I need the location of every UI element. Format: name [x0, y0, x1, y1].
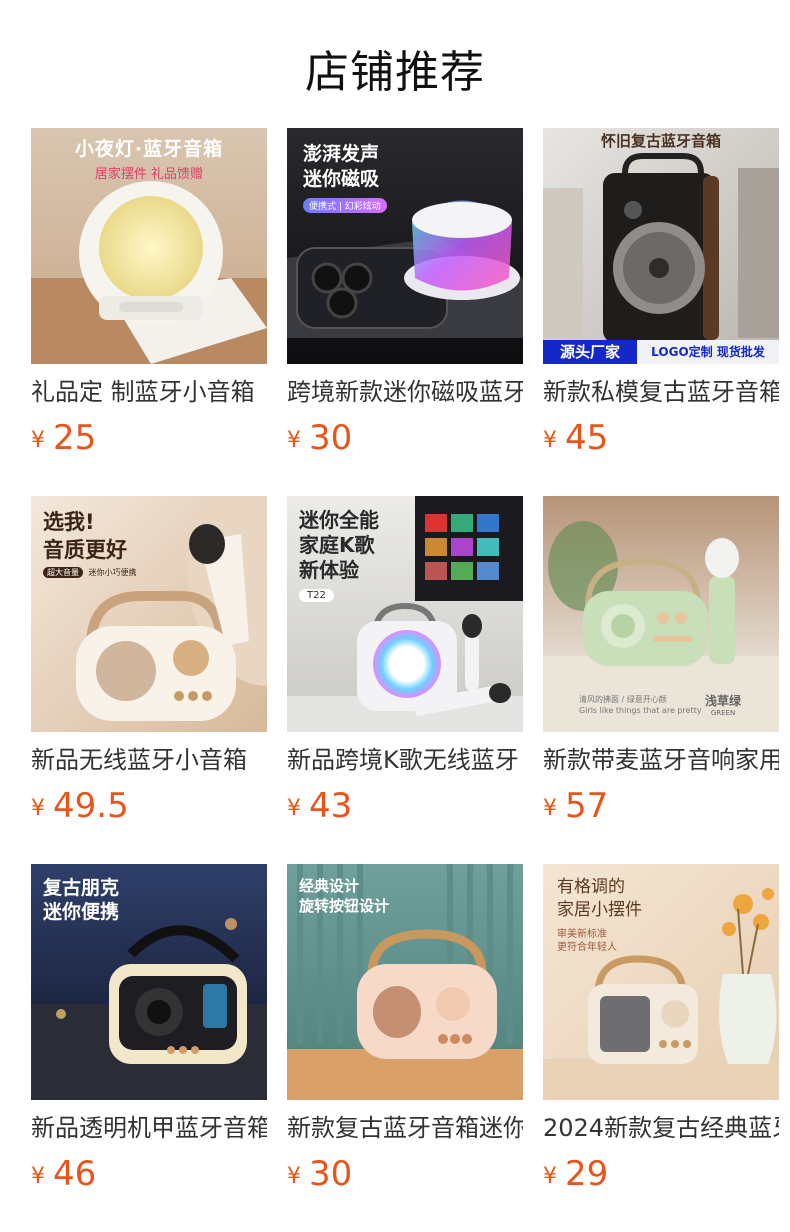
product-price: ¥25: [31, 418, 96, 458]
banner-headline: 迷你全能: [299, 508, 379, 532]
currency-symbol: ¥: [543, 1164, 557, 1189]
page-title: 店铺推荐: [305, 47, 485, 98]
price-value: 25: [53, 418, 97, 458]
product-image[interactable]: 复古朋克 迷你便携: [31, 864, 267, 1100]
banner-headline: 有格调的: [557, 877, 625, 897]
product-name[interactable]: 新品跨境K歌无线蓝牙: [287, 744, 523, 776]
product-image[interactable]: 迷你全能 家庭K歌 新体验 T22: [287, 496, 523, 732]
product-card[interactable]: 迷你全能 家庭K歌 新体验 T22 新品跨境K歌无线蓝牙 ¥43: [287, 496, 523, 826]
banner-headline: 澎湃发声: [303, 143, 380, 165]
product-price: ¥45: [543, 418, 608, 458]
banner-tag: 便携式 | 幻彩炫动: [303, 198, 387, 213]
product-card[interactable]: 有格调的 家居小摆件 审美新标准 更符合年轻人 2024新款复古经典蓝牙 ¥29: [543, 864, 779, 1194]
product-price: ¥30: [287, 418, 352, 458]
currency-symbol: ¥: [287, 428, 301, 453]
price-value: 49.5: [53, 786, 129, 826]
price-value: 57: [565, 786, 609, 826]
product-name[interactable]: 新款带麦蓝牙音响家用: [543, 744, 779, 776]
banner-subline: 家居小摆件: [557, 900, 642, 920]
banner-note: 审美新标准: [557, 929, 607, 940]
product-card[interactable]: 复古朋克 迷你便携 新品透明机甲蓝牙音箱 ¥46: [31, 864, 267, 1194]
banner-bottom-right: LOGO定制 现货批发: [637, 340, 779, 364]
banner-color-name: 浅草绿: [705, 694, 742, 708]
banner-headline: 怀旧复古蓝牙音箱: [600, 132, 721, 150]
product-price: ¥49.5: [31, 786, 129, 826]
product-card[interactable]: 经典设计 旋转按钮设计 新款复古蓝牙音箱迷你 ¥30: [287, 864, 523, 1194]
price-value: 43: [309, 786, 353, 826]
banner-headline: 选我!: [43, 510, 95, 534]
product-card[interactable]: 清风的拂面 / 绿意开心颜 Girls like things that are…: [543, 496, 779, 826]
product-name[interactable]: 新品无线蓝牙小音箱: [31, 744, 267, 776]
banner-subline: 迷你磁吸: [303, 168, 380, 190]
banner-subline: 居家摆件 礼品馈赠: [94, 167, 204, 182]
product-card[interactable]: 小夜灯·蓝牙音箱 居家摆件 礼品馈赠 礼品定 制蓝牙小音箱 ¥25: [31, 128, 267, 458]
banner-headline: 复古朋克: [43, 877, 120, 899]
product-card[interactable]: 怀旧复古蓝牙音箱 源头厂家 LOGO定制 现货批发 新款私模复古蓝牙音箱 ¥45: [543, 128, 779, 458]
banner-note-2: 更符合年轻人: [557, 942, 617, 953]
product-image[interactable]: 经典设计 旋转按钮设计: [287, 864, 523, 1100]
banner-subline-2: 新体验: [299, 558, 359, 582]
banner-color-en: GREEN: [710, 709, 736, 717]
currency-symbol: ¥: [543, 796, 557, 821]
currency-symbol: ¥: [287, 1164, 301, 1189]
product-image[interactable]: 小夜灯·蓝牙音箱 居家摆件 礼品馈赠: [31, 128, 267, 364]
product-name[interactable]: 礼品定 制蓝牙小音箱: [31, 376, 267, 408]
banner-caption: 清风的拂面 / 绿意开心颜: [579, 695, 667, 704]
product-name[interactable]: 新款复古蓝牙音箱迷你: [287, 1112, 523, 1144]
banner-tag: T22: [299, 589, 334, 602]
product-image[interactable]: 澎湃发声 迷你磁吸 便携式 | 幻彩炫动: [287, 128, 523, 364]
product-image[interactable]: 选我! 音质更好 超大音量 迷你小巧便携: [31, 496, 267, 732]
currency-symbol: ¥: [31, 1164, 45, 1189]
product-image[interactable]: 怀旧复古蓝牙音箱 源头厂家 LOGO定制 现货批发: [543, 128, 779, 364]
product-name[interactable]: 2024新款复古经典蓝牙: [543, 1112, 779, 1144]
currency-symbol: ¥: [31, 796, 45, 821]
product-price: ¥46: [31, 1154, 96, 1194]
price-value: 45: [565, 418, 609, 458]
banner-tag-2: 迷你小巧便携: [88, 568, 137, 577]
product-name[interactable]: 新品透明机甲蓝牙音箱: [31, 1112, 267, 1144]
currency-symbol: ¥: [287, 796, 301, 821]
currency-symbol: ¥: [31, 428, 45, 453]
product-card[interactable]: 选我! 音质更好 超大音量 迷你小巧便携 新品无线蓝牙小音箱 ¥49.5: [31, 496, 267, 826]
product-image[interactable]: 清风的拂面 / 绿意开心颜 Girls like things that are…: [543, 496, 779, 732]
banner-bottom-left: 源头厂家: [543, 340, 637, 364]
currency-symbol: ¥: [543, 428, 557, 453]
product-price: ¥29: [543, 1154, 608, 1194]
banner-subline: 迷你便携: [43, 901, 120, 923]
price-value: 30: [309, 1154, 353, 1194]
product-price: ¥57: [543, 786, 608, 826]
price-value: 46: [53, 1154, 97, 1194]
product-name[interactable]: 跨境新款迷你磁吸蓝牙: [287, 376, 523, 408]
price-value: 30: [309, 418, 353, 458]
banner-subline: 音质更好: [43, 538, 127, 562]
banner-caption-en: Girls like things that are pretty: [579, 706, 702, 715]
product-card[interactable]: 澎湃发声 迷你磁吸 便携式 | 幻彩炫动 跨境新款迷你磁吸蓝牙 ¥30: [287, 128, 523, 458]
banner-tag: 超大音量: [43, 567, 83, 578]
banner-subline: 家庭K歌: [299, 533, 375, 557]
price-value: 29: [565, 1154, 609, 1194]
product-price: ¥43: [287, 786, 352, 826]
banner-headline: 经典设计: [299, 877, 360, 895]
banner-headline: 小夜灯·蓝牙音箱: [74, 138, 224, 160]
product-price: ¥30: [287, 1154, 352, 1194]
product-image[interactable]: 有格调的 家居小摆件 审美新标准 更符合年轻人: [543, 864, 779, 1100]
banner-subline: 旋转按钮设计: [299, 897, 390, 915]
product-name[interactable]: 新款私模复古蓝牙音箱: [543, 376, 779, 408]
